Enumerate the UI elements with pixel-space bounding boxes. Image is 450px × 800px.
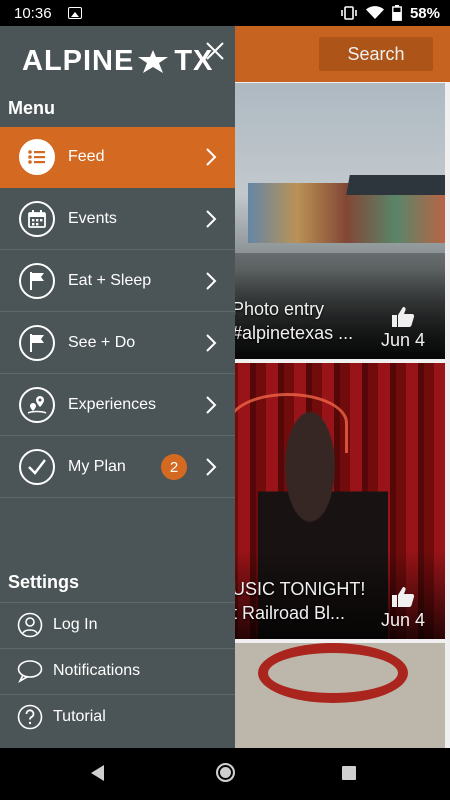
battery-icon <box>392 5 402 21</box>
settings-item-log-in[interactable]: Log In <box>0 602 235 647</box>
clock: 10:36 <box>14 4 52 22</box>
settings-item-label: Tutorial <box>53 708 106 725</box>
menu-item-label: My Plan <box>68 458 126 475</box>
check-icon <box>19 449 55 485</box>
settings-item-label: Notifications <box>53 662 141 679</box>
chevron-right-icon <box>206 210 217 228</box>
wifi-icon <box>365 6 384 19</box>
calendar-icon <box>19 201 55 237</box>
back-icon[interactable] <box>91 765 104 781</box>
menu-item-my-plan[interactable]: My Plan 2 <box>0 437 235 498</box>
chevron-right-icon <box>206 148 217 166</box>
settings-section-title: Settings <box>8 572 80 592</box>
question-icon <box>17 704 43 730</box>
logo-text: ALPINE <box>22 45 135 77</box>
map-pin-icon <box>19 387 55 423</box>
texas-star-icon <box>138 49 169 73</box>
menu-item-label: Feed <box>68 148 105 165</box>
chevron-right-icon <box>206 396 217 414</box>
menu-item-eat-sleep[interactable]: Eat + Sleep <box>0 251 235 312</box>
plan-count-badge: 2 <box>161 454 187 480</box>
flag-icon <box>19 325 55 361</box>
menu-item-experiences[interactable]: Experiences <box>0 375 235 436</box>
flag-icon <box>19 263 55 299</box>
chat-bubble-icon <box>17 660 43 684</box>
system-nav-bar <box>0 748 450 800</box>
chevron-right-icon <box>206 458 217 476</box>
menu-item-see-do[interactable]: See + Do <box>0 313 235 374</box>
vibrate-icon <box>341 6 357 20</box>
menu-item-label: Events <box>68 210 117 227</box>
menu-section-title: Menu <box>8 98 55 118</box>
alpine-tx-logo: ALPINE TX <box>22 45 213 78</box>
close-icon[interactable] <box>203 39 227 63</box>
home-icon[interactable] <box>216 763 235 782</box>
menu-item-events[interactable]: Events <box>0 189 235 250</box>
status-bar: 10:36 58% <box>0 0 450 26</box>
menu-item-label: Experiences <box>68 396 157 413</box>
settings-item-label: Log In <box>53 616 98 633</box>
drawer-scrim[interactable] <box>235 26 450 748</box>
battery-percent: 58% <box>409 4 440 22</box>
user-icon <box>17 612 43 638</box>
chevron-right-icon <box>206 334 217 352</box>
navigation-drawer: ALPINE TX Menu Feed Events Eat + Sleep S… <box>0 26 235 748</box>
chevron-right-icon <box>206 272 217 290</box>
list-icon <box>19 139 55 175</box>
menu-item-label: See + Do <box>68 334 136 351</box>
recent-apps-icon[interactable] <box>342 766 356 780</box>
drawer-header: ALPINE TX <box>0 26 235 92</box>
menu-item-label: Eat + Sleep <box>68 272 152 289</box>
menu-item-feed[interactable]: Feed <box>0 127 235 188</box>
image-notification-icon <box>67 7 82 19</box>
settings-item-notifications[interactable]: Notifications <box>0 648 235 693</box>
settings-item-tutorial[interactable]: Tutorial <box>0 694 235 739</box>
